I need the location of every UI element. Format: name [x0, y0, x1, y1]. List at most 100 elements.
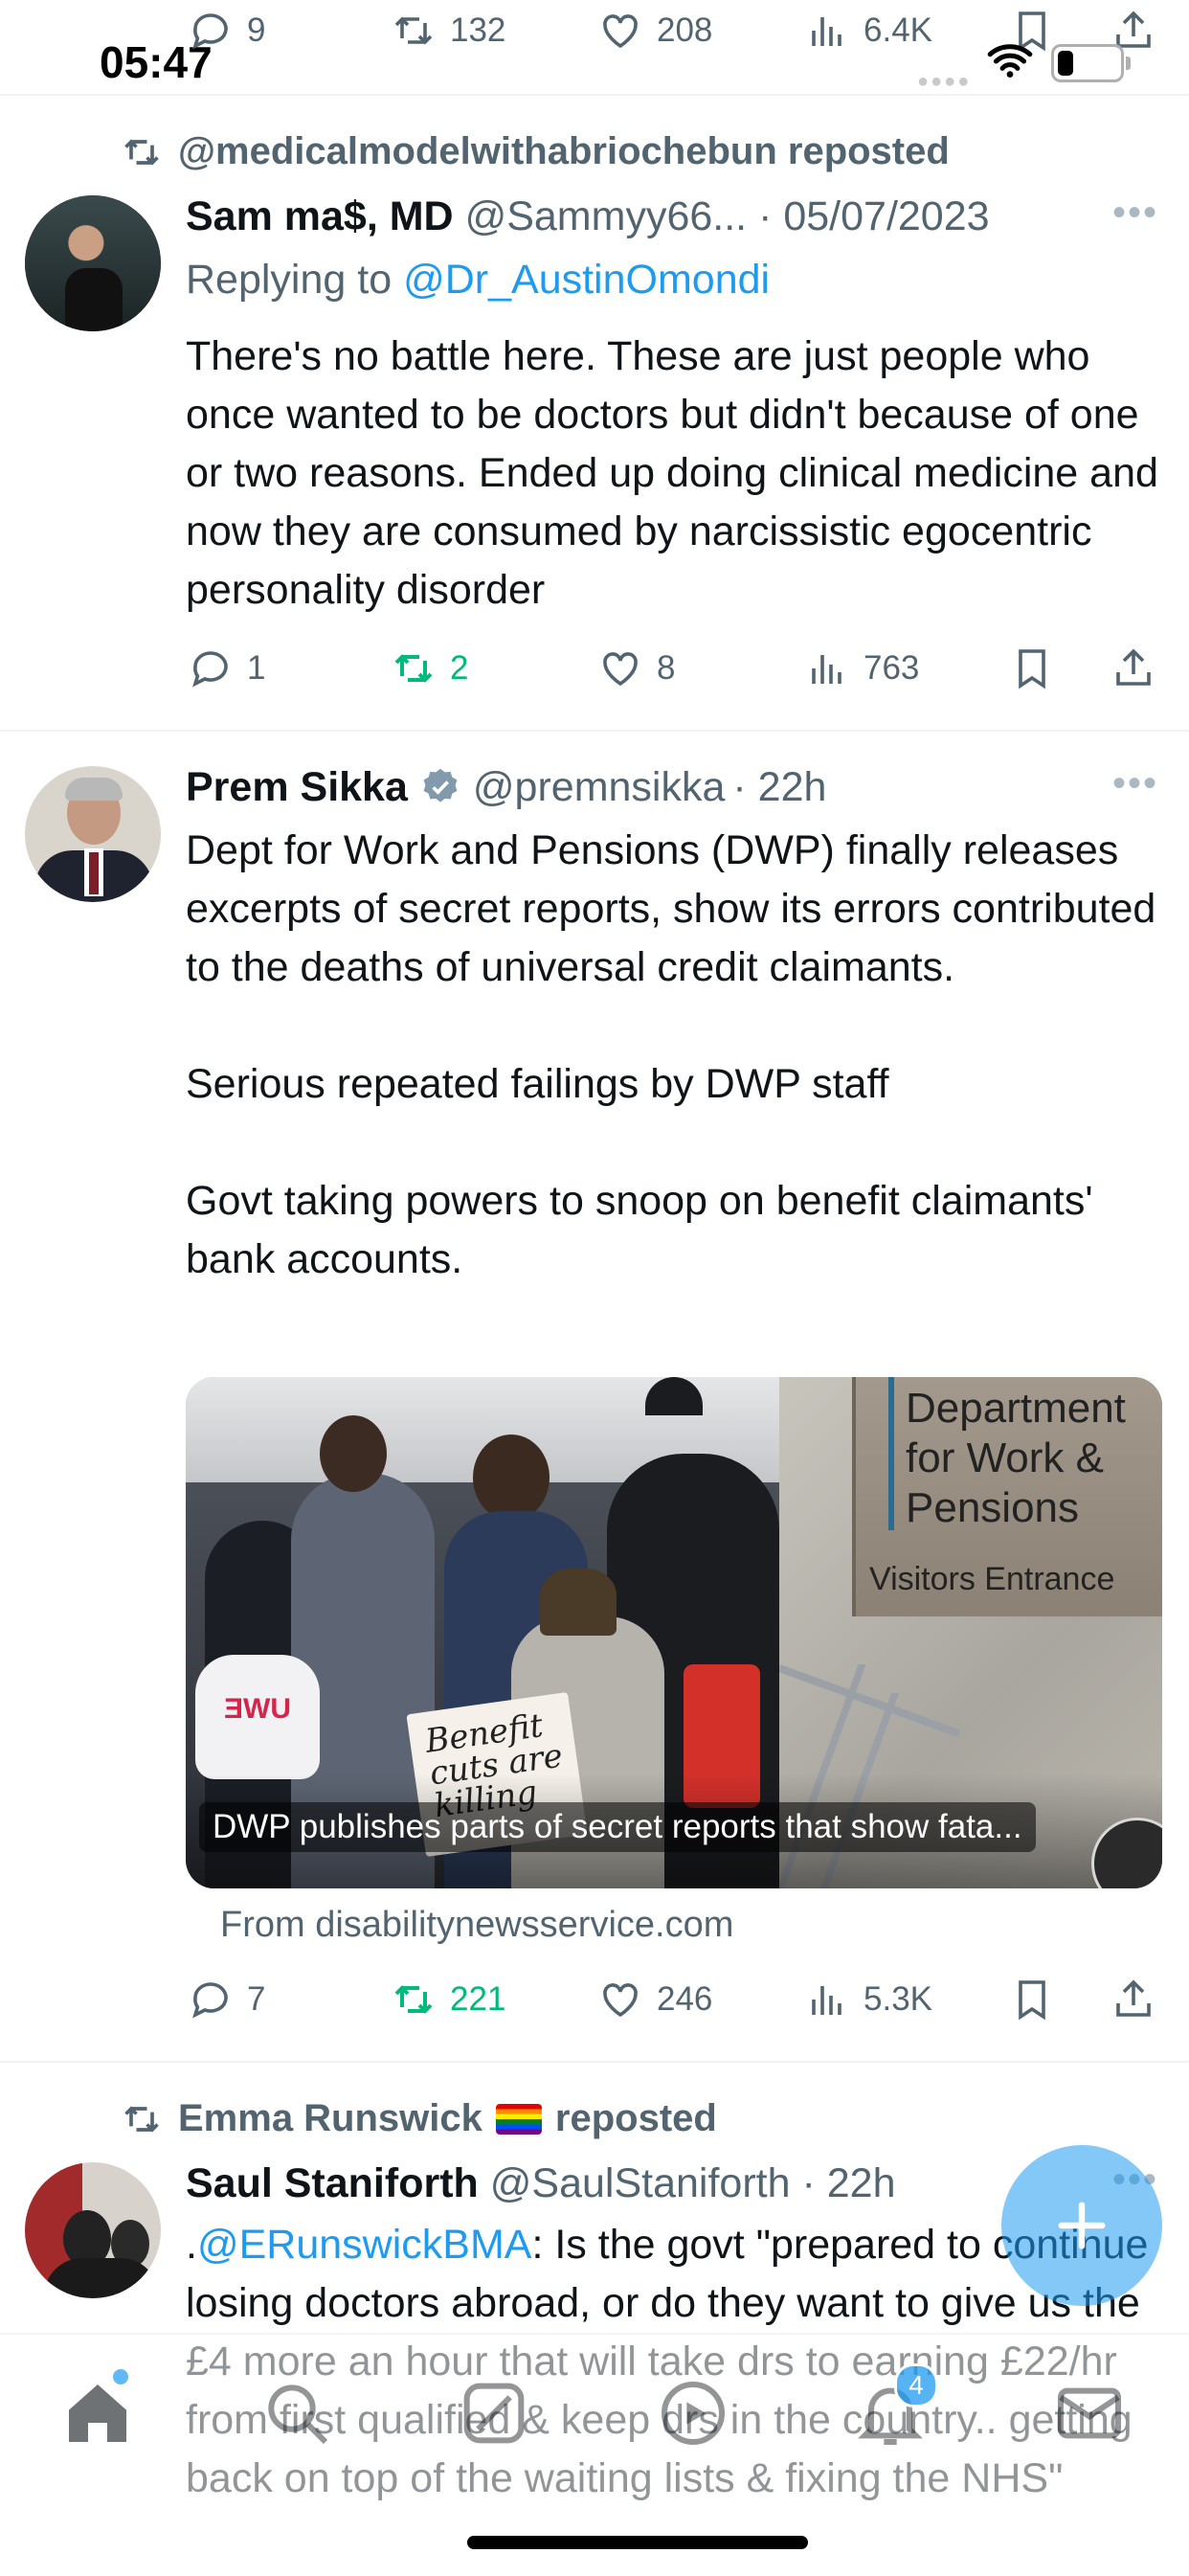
- avatar[interactable]: [25, 195, 161, 331]
- repost-label[interactable]: @medicalmodelwithabriochebun reposted: [121, 130, 950, 173]
- repost-icon: [124, 2105, 159, 2133]
- reply-button[interactable]: 9: [188, 8, 265, 54]
- like-button[interactable]: 246: [597, 1977, 712, 2022]
- like-button[interactable]: 208: [597, 8, 712, 54]
- notification-badge: 4: [894, 2363, 938, 2407]
- more-options-icon[interactable]: •••: [1112, 762, 1158, 805]
- like-count: 8: [657, 649, 676, 687]
- bag-logo: ƎWU: [224, 1693, 291, 1725]
- bag: ƎWU: [195, 1655, 320, 1779]
- views-button[interactable]: 763: [804, 645, 919, 691]
- reply-button[interactable]: 1: [188, 645, 265, 691]
- heart-icon: [603, 1983, 638, 2018]
- handle[interactable]: @Sammyy66...: [465, 193, 748, 239]
- mention-link[interactable]: @ERunswickBMA: [197, 2222, 532, 2268]
- nav-search[interactable]: [258, 2375, 335, 2456]
- compose-button[interactable]: [1001, 2145, 1162, 2306]
- reply-count: 1: [247, 649, 266, 687]
- repost-label[interactable]: Emma Runswick reposted: [121, 2097, 717, 2140]
- views-icon: [812, 17, 841, 46]
- like-button[interactable]: 8: [597, 645, 675, 691]
- unread-dot: [113, 2369, 128, 2384]
- repost-label-text: @medicalmodelwithabriochebun reposted: [178, 130, 950, 172]
- home-icon: [69, 2384, 126, 2442]
- reply-count: 7: [247, 1980, 266, 2018]
- home-indicator: [467, 2536, 808, 2549]
- bottom-nav: 4: [0, 2333, 1189, 2576]
- card-source[interactable]: From disabilitynewsservice.com: [220, 1902, 733, 1948]
- reply-to-link[interactable]: @Dr_AustinOmondi: [403, 257, 770, 303]
- nav-messages[interactable]: [1051, 2375, 1128, 2456]
- timestamp[interactable]: · 22h: [801, 2160, 895, 2206]
- views-icon: [812, 655, 841, 684]
- bookmark-icon: [1019, 1980, 1045, 2021]
- divider: [0, 2061, 1189, 2063]
- share-icon: [1116, 648, 1151, 686]
- reply-icon: [192, 1982, 228, 2019]
- share-button[interactable]: [1110, 645, 1170, 691]
- battery-icon: [1051, 44, 1131, 82]
- share-button[interactable]: [1110, 1977, 1170, 2022]
- repost-icon: [124, 138, 159, 166]
- nav-video[interactable]: [655, 2375, 731, 2456]
- link-card-image[interactable]: Department for Work & Pensions Visitors …: [186, 1377, 1162, 1888]
- nav-home[interactable]: [59, 2369, 136, 2452]
- repost-label-name: Emma Runswick: [178, 2097, 482, 2139]
- grok-icon: [463, 2383, 525, 2444]
- share-icon: [1116, 1979, 1151, 2017]
- tweet-text: Dept for Work and Pensions (DWP) finally…: [186, 827, 1156, 1282]
- handle[interactable]: @SaulStaniforth: [490, 2160, 791, 2206]
- reply-count: 9: [247, 11, 266, 49]
- avatar[interactable]: [25, 2162, 161, 2298]
- display-name[interactable]: Prem Sikka: [186, 762, 408, 812]
- reply-icon: [192, 651, 228, 688]
- tweet-text: There's no battle here. These are just p…: [186, 333, 1170, 613]
- reply-context: Replying to @Dr_AustinOmondi: [186, 255, 770, 305]
- repost-button[interactable]: 2: [391, 645, 468, 691]
- search-icon: [268, 2384, 328, 2445]
- sign-line-3: Pensions: [906, 1484, 1080, 1531]
- reply-button[interactable]: 7: [188, 1977, 265, 2022]
- repost-button[interactable]: 132: [391, 8, 505, 54]
- views-icon: [812, 1986, 841, 2015]
- rainbow-flag-icon: [495, 2103, 542, 2135]
- bookmark-icon: [1019, 649, 1045, 689]
- repost-count: 132: [450, 11, 506, 49]
- nav-grok[interactable]: [456, 2375, 532, 2456]
- mail-icon: [1058, 2387, 1121, 2439]
- timestamp[interactable]: · 05/07/2023: [758, 193, 989, 239]
- mention-prefix: .: [186, 2222, 197, 2268]
- wifi-icon: [987, 44, 1033, 78]
- avatar[interactable]: [25, 766, 161, 902]
- repost-count: 2: [450, 649, 469, 687]
- repost-button[interactable]: 221: [391, 1977, 505, 2022]
- bookmark-button[interactable]: [1009, 1977, 1068, 2022]
- verified-badge-icon: [423, 768, 458, 802]
- views-count: 6.4K: [864, 11, 932, 49]
- repost-label-suffix: reposted: [554, 2097, 717, 2139]
- like-count: 208: [657, 11, 713, 49]
- nav-notifications[interactable]: 4: [852, 2363, 938, 2456]
- bookmark-button[interactable]: [1009, 645, 1068, 691]
- divider: [0, 94, 1189, 96]
- repost-icon: [394, 654, 433, 683]
- tweet-header: Saul Staniforth @SaulStaniforth · 22h: [186, 2158, 895, 2208]
- tweet-header: Prem Sikka @premnsikka · 22h: [186, 762, 826, 812]
- play-icon: [662, 2382, 725, 2445]
- reply-icon: [192, 13, 228, 50]
- dwp-sign: Department for Work & Pensions Visitors …: [852, 1377, 1162, 1616]
- display-name[interactable]: Sam ma$, MD: [186, 193, 454, 239]
- card-caption: DWP publishes parts of secret reports th…: [199, 1802, 1036, 1852]
- heart-icon: [603, 652, 638, 687]
- handle[interactable]: @premnsikka: [473, 762, 726, 812]
- more-options-icon[interactable]: •••: [1112, 192, 1158, 235]
- heart-icon: [603, 14, 638, 49]
- timestamp[interactable]: · 22h: [732, 762, 826, 812]
- status-bar: 05:47 9 132 208 6.4K ●●●●: [0, 0, 1189, 94]
- repost-icon: [394, 1985, 433, 2014]
- views-count: 5.3K: [864, 1980, 932, 2018]
- views-button[interactable]: 6.4K: [804, 8, 932, 54]
- reply-prefix: Replying to: [186, 257, 404, 303]
- display-name[interactable]: Saul Staniforth: [186, 2160, 479, 2206]
- views-button[interactable]: 5.3K: [804, 1977, 932, 2022]
